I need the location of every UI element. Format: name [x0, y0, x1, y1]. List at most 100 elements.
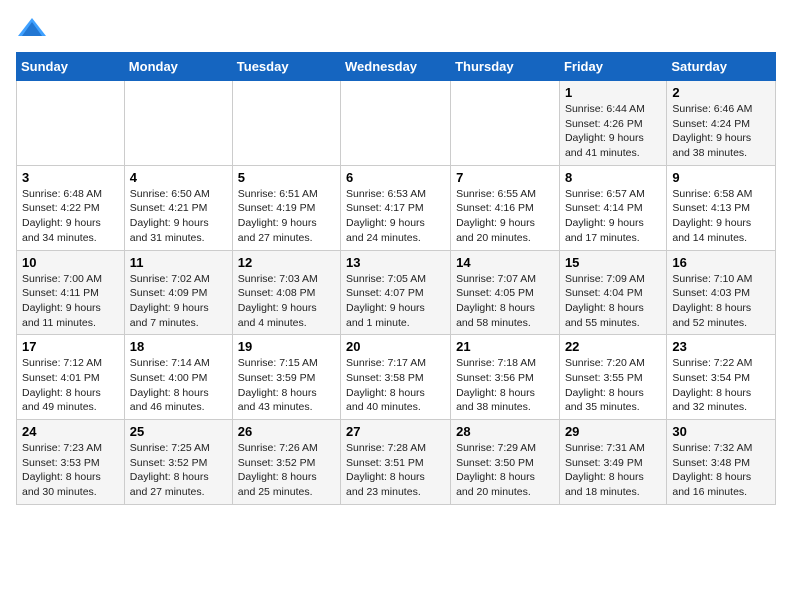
day-info: Sunrise: 7:31 AM Sunset: 3:49 PM Dayligh… [565, 441, 661, 500]
day-number: 8 [565, 170, 661, 185]
calendar-cell: 28Sunrise: 7:29 AM Sunset: 3:50 PM Dayli… [451, 420, 560, 505]
day-number: 20 [346, 339, 445, 354]
day-info: Sunrise: 7:09 AM Sunset: 4:04 PM Dayligh… [565, 272, 661, 331]
calendar-table: Sunday Monday Tuesday Wednesday Thursday… [16, 52, 776, 505]
col-tuesday: Tuesday [232, 53, 340, 81]
col-thursday: Thursday [451, 53, 560, 81]
calendar-cell: 1Sunrise: 6:44 AM Sunset: 4:26 PM Daylig… [559, 81, 666, 166]
day-number: 23 [672, 339, 770, 354]
calendar-cell: 7Sunrise: 6:55 AM Sunset: 4:16 PM Daylig… [451, 165, 560, 250]
calendar-cell: 10 Sunrise: 7:00 AM Sunset: 4:11 PM Dayli… [17, 250, 125, 335]
day-number: 5 [238, 170, 335, 185]
day-number: 16 [672, 255, 770, 270]
calendar-cell: 27 Sunrise: 7:28 AM Sunset: 3:51 PM Dayli… [341, 420, 451, 505]
day-info: Sunrise: 7:07 AM Sunset: 4:05 PM Dayligh… [456, 272, 554, 331]
day-number: 12 [238, 255, 335, 270]
calendar-cell: 8 Sunrise: 6:57 AM Sunset: 4:14 PM Daylig… [559, 165, 666, 250]
day-number: 14 [456, 255, 554, 270]
calendar-cell: 25Sunrise: 7:25 AM Sunset: 3:52 PM Dayli… [124, 420, 232, 505]
day-number: 13 [346, 255, 445, 270]
day-info: Sunrise: 7:02 AM Sunset: 4:09 PM Dayligh… [130, 272, 227, 331]
calendar-cell: 18 Sunrise: 7:14 AM Sunset: 4:00 PM Dayli… [124, 335, 232, 420]
calendar-cell: 4 Sunrise: 6:50 AM Sunset: 4:21 PM Daylig… [124, 165, 232, 250]
day-number: 4 [130, 170, 227, 185]
day-info: Sunrise: 7:23 AM Sunset: 3:53 PM Dayligh… [22, 441, 119, 500]
day-info: Sunrise: 6:44 AM Sunset: 4:26 PM Dayligh… [565, 102, 661, 161]
day-info: Sunrise: 7:00 AM Sunset: 4:11 PM Dayligh… [22, 272, 119, 331]
col-monday: Monday [124, 53, 232, 81]
day-info: Sunrise: 7:28 AM Sunset: 3:51 PM Dayligh… [346, 441, 445, 500]
calendar-cell: 20 Sunrise: 7:17 AM Sunset: 3:58 PM Dayli… [341, 335, 451, 420]
day-info: Sunrise: 7:26 AM Sunset: 3:52 PM Dayligh… [238, 441, 335, 500]
calendar-week-1: 1Sunrise: 6:44 AM Sunset: 4:26 PM Daylig… [17, 81, 776, 166]
day-info: Sunrise: 7:20 AM Sunset: 3:55 PM Dayligh… [565, 356, 661, 415]
day-info: Sunrise: 7:05 AM Sunset: 4:07 PM Dayligh… [346, 272, 445, 331]
calendar-cell: 12 Sunrise: 7:03 AM Sunset: 4:08 PM Dayli… [232, 250, 340, 335]
calendar-cell: 3Sunrise: 6:48 AM Sunset: 4:22 PM Daylig… [17, 165, 125, 250]
calendar-week-5: 24 Sunrise: 7:23 AM Sunset: 3:53 PM Dayli… [17, 420, 776, 505]
day-number: 2 [672, 85, 770, 100]
calendar-cell: 2 Sunrise: 6:46 AM Sunset: 4:24 PM Daylig… [667, 81, 776, 166]
calendar-week-2: 3Sunrise: 6:48 AM Sunset: 4:22 PM Daylig… [17, 165, 776, 250]
day-number: 24 [22, 424, 119, 439]
day-number: 11 [130, 255, 227, 270]
day-info: Sunrise: 7:03 AM Sunset: 4:08 PM Dayligh… [238, 272, 335, 331]
day-info: Sunrise: 7:18 AM Sunset: 3:56 PM Dayligh… [456, 356, 554, 415]
calendar-cell: 19 Sunrise: 7:15 AM Sunset: 3:59 PM Dayli… [232, 335, 340, 420]
day-number: 26 [238, 424, 335, 439]
calendar-week-4: 17 Sunrise: 7:12 AM Sunset: 4:01 PM Dayli… [17, 335, 776, 420]
calendar-cell: 29Sunrise: 7:31 AM Sunset: 3:49 PM Dayli… [559, 420, 666, 505]
day-number: 18 [130, 339, 227, 354]
logo [16, 16, 46, 40]
day-number: 3 [22, 170, 119, 185]
calendar-cell: 23 Sunrise: 7:22 AM Sunset: 3:54 PM Dayli… [667, 335, 776, 420]
calendar-cell: 6Sunrise: 6:53 AM Sunset: 4:17 PM Daylig… [341, 165, 451, 250]
day-number: 22 [565, 339, 661, 354]
calendar-cell: 22 Sunrise: 7:20 AM Sunset: 3:55 PM Dayli… [559, 335, 666, 420]
day-number: 10 [22, 255, 119, 270]
day-info: Sunrise: 6:46 AM Sunset: 4:24 PM Dayligh… [672, 102, 770, 161]
header-row: Sunday Monday Tuesday Wednesday Thursday… [17, 53, 776, 81]
day-info: Sunrise: 7:17 AM Sunset: 3:58 PM Dayligh… [346, 356, 445, 415]
day-number: 19 [238, 339, 335, 354]
day-number: 21 [456, 339, 554, 354]
calendar-cell: 30 Sunrise: 7:32 AM Sunset: 3:48 PM Dayli… [667, 420, 776, 505]
day-info: Sunrise: 6:50 AM Sunset: 4:21 PM Dayligh… [130, 187, 227, 246]
calendar-cell: 21 Sunrise: 7:18 AM Sunset: 3:56 PM Dayli… [451, 335, 560, 420]
col-friday: Friday [559, 53, 666, 81]
calendar-cell: 24 Sunrise: 7:23 AM Sunset: 3:53 PM Dayli… [17, 420, 125, 505]
calendar-cell: 17 Sunrise: 7:12 AM Sunset: 4:01 PM Dayli… [17, 335, 125, 420]
day-info: Sunrise: 7:12 AM Sunset: 4:01 PM Dayligh… [22, 356, 119, 415]
day-info: Sunrise: 6:57 AM Sunset: 4:14 PM Dayligh… [565, 187, 661, 246]
day-info: Sunrise: 6:51 AM Sunset: 4:19 PM Dayligh… [238, 187, 335, 246]
col-sunday: Sunday [17, 53, 125, 81]
day-number: 25 [130, 424, 227, 439]
day-number: 28 [456, 424, 554, 439]
day-info: Sunrise: 7:15 AM Sunset: 3:59 PM Dayligh… [238, 356, 335, 415]
calendar-cell: 5 Sunrise: 6:51 AM Sunset: 4:19 PM Daylig… [232, 165, 340, 250]
calendar-cell [232, 81, 340, 166]
day-info: Sunrise: 7:10 AM Sunset: 4:03 PM Dayligh… [672, 272, 770, 331]
calendar-cell [341, 81, 451, 166]
day-number: 7 [456, 170, 554, 185]
logo-icon [18, 16, 46, 40]
calendar-cell: 16 Sunrise: 7:10 AM Sunset: 4:03 PM Dayli… [667, 250, 776, 335]
calendar-cell: 14 Sunrise: 7:07 AM Sunset: 4:05 PM Dayli… [451, 250, 560, 335]
calendar-week-3: 10 Sunrise: 7:00 AM Sunset: 4:11 PM Dayli… [17, 250, 776, 335]
day-info: Sunrise: 7:22 AM Sunset: 3:54 PM Dayligh… [672, 356, 770, 415]
calendar-cell: 26 Sunrise: 7:26 AM Sunset: 3:52 PM Dayli… [232, 420, 340, 505]
col-wednesday: Wednesday [341, 53, 451, 81]
day-number: 27 [346, 424, 445, 439]
day-info: Sunrise: 7:32 AM Sunset: 3:48 PM Dayligh… [672, 441, 770, 500]
col-saturday: Saturday [667, 53, 776, 81]
logo-area [16, 16, 46, 40]
calendar-cell: 9Sunrise: 6:58 AM Sunset: 4:13 PM Daylig… [667, 165, 776, 250]
day-number: 30 [672, 424, 770, 439]
calendar-cell: 11 Sunrise: 7:02 AM Sunset: 4:09 PM Dayli… [124, 250, 232, 335]
day-number: 6 [346, 170, 445, 185]
day-info: Sunrise: 7:14 AM Sunset: 4:00 PM Dayligh… [130, 356, 227, 415]
day-number: 17 [22, 339, 119, 354]
calendar-cell [124, 81, 232, 166]
header [16, 16, 776, 40]
page-container: Sunday Monday Tuesday Wednesday Thursday… [16, 16, 776, 505]
